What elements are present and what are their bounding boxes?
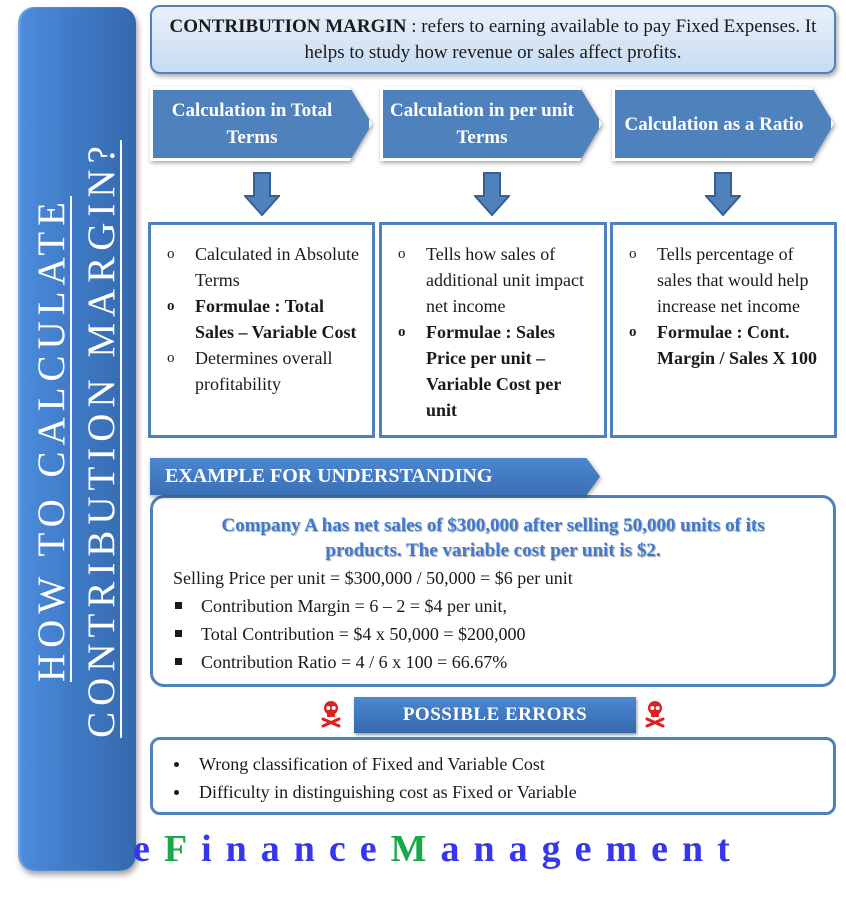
error-item: Wrong classification of Fixed and Variab… xyxy=(171,750,833,778)
example-header: EXAMPLE FOR UNDERSTANDING xyxy=(150,458,600,495)
errors-header: POSSIBLE ERRORS xyxy=(354,697,636,733)
down-arrow-icon xyxy=(705,172,741,216)
method-chevron-per-unit: Calculation in per unit Terms xyxy=(380,87,602,161)
method-title: Calculation as a Ratio xyxy=(612,87,834,161)
method-details-per-unit: o Tells how sales of additional unit impa… xyxy=(379,222,607,438)
side-title: HOW TO CALCULATE CONTRIBUTION MARGIN? xyxy=(27,59,127,819)
definition-term: CONTRIBUTION MARGIN xyxy=(169,16,407,37)
example-list: Contribution Margin = 6 – 2 = $4 per uni… xyxy=(153,592,833,676)
circle-bullet-icon: o xyxy=(167,246,175,262)
circle-bullet-icon: o xyxy=(398,246,406,262)
detail-point: o Calculated in Absolute Terms xyxy=(165,241,364,293)
side-title-line1: HOW TO CALCULATE xyxy=(30,196,73,682)
detail-point: o Formulae : Sales Price per unit – Varia… xyxy=(396,319,596,423)
circle-bullet-icon: o xyxy=(167,298,175,314)
example-box: Company A has net sales of $300,000 afte… xyxy=(150,495,836,687)
example-header-label: EXAMPLE FOR UNDERSTANDING xyxy=(150,458,600,495)
skull-crossbones-icon xyxy=(321,701,341,728)
method-details-ratio: o Tells percentage of sales that would he… xyxy=(610,222,837,438)
skull-crossbones-icon xyxy=(645,701,665,728)
down-arrow-icon xyxy=(474,172,510,216)
square-bullet-icon xyxy=(175,630,182,637)
brand-logo: eFinanceManagement xyxy=(133,828,744,870)
method-chevron-ratio: Calculation as a Ratio xyxy=(612,87,834,161)
definition-box: CONTRIBUTION MARGIN : refers to earning … xyxy=(150,5,836,74)
errors-box: Wrong classification of Fixed and Variab… xyxy=(150,737,836,815)
method-title: Calculation in per unit Terms xyxy=(380,87,602,161)
method-title: Calculation in Total Terms xyxy=(150,87,372,161)
dot-bullet-icon xyxy=(174,790,179,795)
square-bullet-icon xyxy=(175,658,182,665)
circle-bullet-icon: o xyxy=(629,246,637,262)
example-item: Contribution Ratio = 4 / 6 x 100 = 66.67… xyxy=(173,648,833,676)
circle-bullet-icon: o xyxy=(629,324,637,340)
down-arrow-icon xyxy=(244,172,280,216)
circle-bullet-icon: o xyxy=(167,350,175,366)
detail-point: o Determines overall profitability xyxy=(165,345,364,397)
method-chevron-total: Calculation in Total Terms xyxy=(150,87,372,161)
dot-bullet-icon xyxy=(174,762,179,767)
side-title-banner: HOW TO CALCULATE CONTRIBUTION MARGIN? xyxy=(18,7,136,871)
detail-point: o Tells how sales of additional unit impa… xyxy=(396,241,596,319)
detail-point: o Tells percentage of sales that would he… xyxy=(627,241,826,319)
error-item: Difficulty in distinguishing cost as Fix… xyxy=(171,778,833,806)
square-bullet-icon xyxy=(175,602,182,609)
example-item: Total Contribution = $4 x 50,000 = $200,… xyxy=(173,620,833,648)
circle-bullet-icon: o xyxy=(398,324,406,340)
side-title-line2: CONTRIBUTION MARGIN? xyxy=(80,140,123,738)
example-item: Contribution Margin = 6 – 2 = $4 per uni… xyxy=(173,592,833,620)
method-details-total: o Calculated in Absolute Terms o Formulae … xyxy=(148,222,375,438)
detail-point: o Formulae : Total Sales – Variable Cost xyxy=(165,293,364,345)
detail-point: o Formulae : Cont. Margin / Sales X 100 xyxy=(627,319,826,371)
example-lead: Company A has net sales of $300,000 afte… xyxy=(221,515,765,561)
example-selling-price: Selling Price per unit = $300,000 / 50,0… xyxy=(173,568,573,588)
